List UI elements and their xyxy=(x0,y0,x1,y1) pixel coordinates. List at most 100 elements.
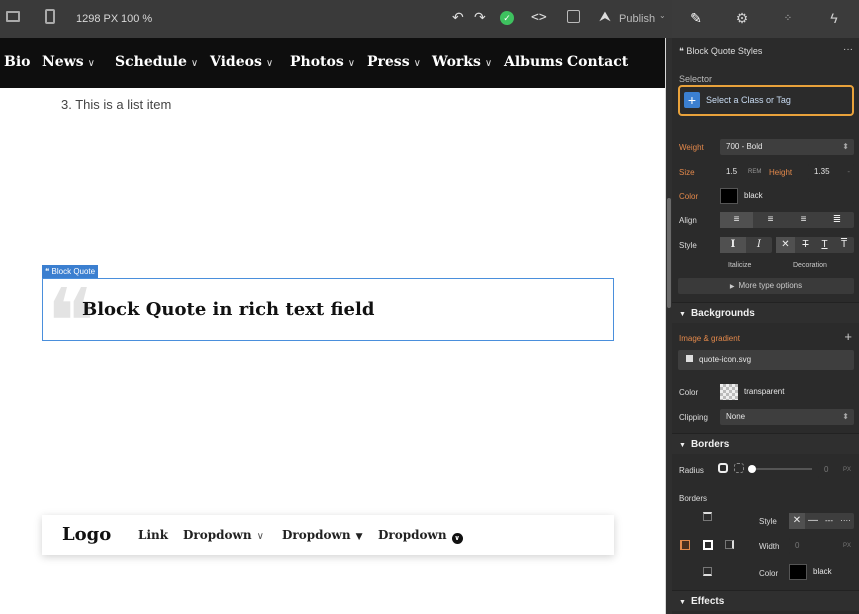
nav-item-press[interactable]: Press ∨ xyxy=(367,54,421,70)
check-circle-icon[interactable]: ✓ xyxy=(500,11,514,25)
chevron-down-icon: ∨ xyxy=(413,58,421,69)
redo-icon[interactable]: ↷ xyxy=(474,9,486,26)
undo-icon[interactable]: ↶ xyxy=(452,9,464,26)
settings-gear-icon[interactable]: ⚙ xyxy=(722,10,762,30)
block-quote-text[interactable]: Block Quote in rich text field xyxy=(82,299,374,320)
overline-icon[interactable]: T xyxy=(834,237,854,253)
background-image-layer[interactable]: quote-icon.svg xyxy=(678,350,854,370)
footer-dropdown-1[interactable]: Dropdown ∨ xyxy=(183,528,264,542)
align-label: Align xyxy=(679,216,697,225)
designer-window: 1298 PX 100 % ↶ ↷ ✓ <> ⮝ Publish ⌄ Bio N… xyxy=(0,0,859,614)
logo[interactable]: Logo xyxy=(62,524,111,545)
border-bottom-icon[interactable] xyxy=(703,567,712,576)
rocket-icon[interactable]: ⮝ xyxy=(599,8,611,25)
clipping-select[interactable]: None ⬍ xyxy=(720,409,854,425)
list-item[interactable]: 3. This is a list item xyxy=(61,97,171,112)
align-right-icon[interactable]: ≡ xyxy=(787,212,820,228)
background-color-input[interactable]: transparent xyxy=(738,384,854,400)
design-canvas[interactable]: Bio News ∨ Schedule ∨ Videos ∨ Photos ∨ Pres… xyxy=(0,38,666,614)
more-type-options-button[interactable]: ▶ More type options xyxy=(678,278,854,294)
backgrounds-section-header[interactable]: ▼ Backgrounds xyxy=(672,302,859,323)
add-background-icon[interactable]: + xyxy=(844,329,852,344)
selector-input[interactable]: + Select a Class or Tag xyxy=(678,85,854,116)
desktop-breakpoint-icon[interactable] xyxy=(6,11,20,22)
footer-link[interactable]: Link xyxy=(138,528,168,542)
radius-all-icon[interactable] xyxy=(718,463,728,473)
nav-item-news[interactable]: News ∨ xyxy=(42,54,95,70)
borders-section-header[interactable]: ▼ Borders xyxy=(672,433,859,454)
border-color-swatch[interactable] xyxy=(789,564,807,580)
zoom-readout[interactable]: 100 % xyxy=(121,13,152,25)
border-color-label: Color xyxy=(759,569,779,578)
effects-section-header[interactable]: ▼ Effects xyxy=(672,590,859,611)
block-quote[interactable]: ❝ Block Quote in rich text field xyxy=(42,277,614,369)
regular-style-icon[interactable]: I xyxy=(720,237,746,253)
selector-label: Selector xyxy=(679,74,713,84)
style-panel: ✎ ⚙ ⁘ ϟ ❝ Block Quote Styles ··· Selecto… xyxy=(672,0,859,614)
align-left-icon[interactable]: ≡ xyxy=(720,212,753,228)
border-right-icon[interactable] xyxy=(725,540,734,549)
border-style-label: Style xyxy=(759,517,777,526)
lightning-icon[interactable]: ϟ xyxy=(814,10,854,30)
underline-icon[interactable]: T xyxy=(815,237,834,253)
nav-item-schedule[interactable]: Schedule ∨ xyxy=(115,54,198,70)
interactions-icon[interactable]: ⁘ xyxy=(768,13,808,33)
footer-dropdown-3[interactable]: Dropdown ∨ xyxy=(378,528,463,544)
align-center-icon[interactable]: ≡ xyxy=(754,212,787,228)
background-color-label: Color xyxy=(679,388,699,397)
height-label: Height xyxy=(769,168,793,177)
canvas-width-readout: 1298 PX xyxy=(76,13,119,25)
size-input[interactable]: 1.5 REM xyxy=(720,164,764,180)
transparent-swatch[interactable] xyxy=(720,384,738,400)
footer-navbar: Logo Link Dropdown ∨ Dropdown ▼ Dropdown ∨ xyxy=(42,515,614,555)
height-input[interactable]: 1.35- xyxy=(808,164,854,180)
no-decoration-icon[interactable]: ✕ xyxy=(776,237,795,253)
align-justify-icon[interactable]: ≣ xyxy=(820,212,854,228)
style-brush-icon[interactable]: ✎ xyxy=(676,10,716,30)
radius-individual-icon[interactable] xyxy=(734,463,744,473)
font-color-input[interactable]: black xyxy=(738,188,854,204)
radius-input[interactable]: 0 PX xyxy=(818,462,854,478)
italic-style-icon[interactable]: I xyxy=(746,237,772,253)
font-color-label: Color xyxy=(679,192,699,201)
solid-border-icon[interactable]: — xyxy=(805,513,821,529)
border-width-input[interactable]: 0 PX xyxy=(789,538,854,554)
border-left-icon[interactable] xyxy=(680,540,690,550)
border-color-input[interactable]: black xyxy=(807,564,854,580)
font-color-swatch[interactable] xyxy=(720,188,738,204)
radius-slider[interactable] xyxy=(748,465,812,473)
nav-item-works[interactable]: Works ∨ xyxy=(432,54,492,70)
decoration-caption: Decoration xyxy=(793,262,827,269)
nav-item-bio[interactable]: Bio xyxy=(4,54,31,70)
dotted-border-icon[interactable]: ···· xyxy=(837,513,854,529)
caret-right-icon: ▶ xyxy=(729,284,735,290)
border-width-label: Width xyxy=(759,542,780,551)
weight-select[interactable]: 700 - Bold ⬍ xyxy=(720,139,854,155)
italicize-caption: Italicize xyxy=(728,262,752,269)
caret-down-icon: ▼ xyxy=(679,442,686,449)
slider-handle[interactable] xyxy=(748,465,756,473)
scrollbar-thumb[interactable] xyxy=(667,198,671,308)
border-all-icon[interactable] xyxy=(703,540,713,550)
caret-down-icon: ▼ xyxy=(355,532,363,542)
nav-item-contact[interactable]: Contact xyxy=(567,54,628,70)
border-top-icon[interactable] xyxy=(703,512,712,521)
tablet-breakpoint-icon[interactable] xyxy=(45,9,55,24)
nav-item-photos[interactable]: Photos ∨ xyxy=(290,54,355,70)
italic-segmented: I I xyxy=(720,237,772,253)
weight-label: Weight xyxy=(679,143,704,152)
strikethrough-icon[interactable]: T xyxy=(796,237,815,253)
more-options-icon[interactable]: ··· xyxy=(843,44,853,55)
radius-label: Radius xyxy=(679,466,704,475)
export-icon[interactable] xyxy=(567,10,580,23)
footer-dropdown-2[interactable]: Dropdown ▼ xyxy=(282,528,363,542)
no-border-icon[interactable]: ✕ xyxy=(789,513,805,529)
selector-placeholder: Select a Class or Tag xyxy=(706,95,791,105)
dashed-border-icon[interactable]: --- xyxy=(821,513,837,529)
nav-item-videos[interactable]: Videos ∨ xyxy=(210,54,273,70)
publish-button[interactable]: Publish xyxy=(619,13,655,25)
chevron-down-icon: ∨ xyxy=(484,58,493,69)
chevron-down-icon: ∨ xyxy=(347,58,356,69)
code-icon[interactable]: <> xyxy=(531,10,547,25)
nav-item-albums[interactable]: Albums xyxy=(504,54,563,70)
